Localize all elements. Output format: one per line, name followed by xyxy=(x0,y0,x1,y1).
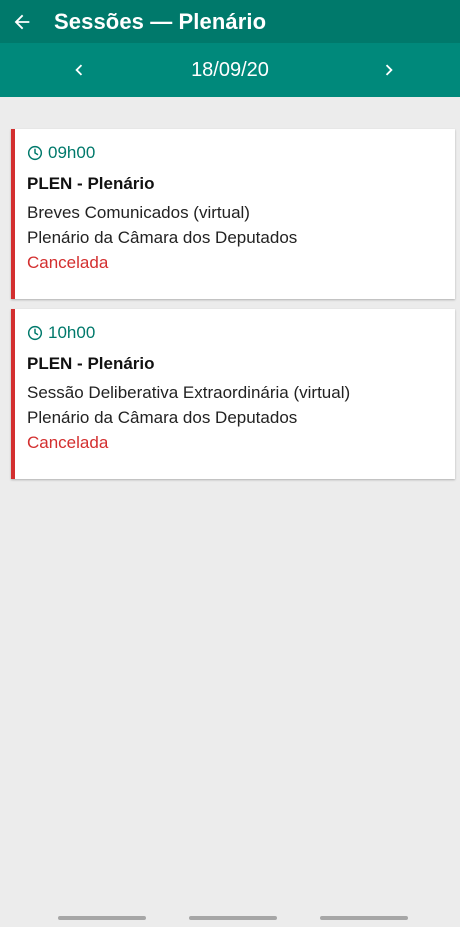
system-nav-back[interactable] xyxy=(320,916,408,920)
page-title: Sessões — Plenário xyxy=(54,8,267,34)
back-button[interactable] xyxy=(4,4,40,40)
system-nav-recents[interactable] xyxy=(58,916,146,920)
session-organ: PLEN - Plenário xyxy=(27,174,155,193)
arrow-left-icon xyxy=(14,14,30,29)
clock-icon xyxy=(27,145,43,161)
next-date-button[interactable] xyxy=(371,52,407,88)
session-status: Cancelada xyxy=(27,433,109,452)
system-nav-home[interactable] xyxy=(189,916,277,920)
session-organ: PLEN - Plenário xyxy=(27,354,155,373)
system-navigation-bar xyxy=(0,908,460,927)
session-time-row: 10h00 xyxy=(27,323,95,343)
chevron-left-icon xyxy=(75,64,83,76)
date-navigator: 18/09/20 xyxy=(0,43,460,97)
session-location: Plenário da Câmara dos Deputados xyxy=(27,408,298,427)
session-description: Breves Comunicados (virtual) xyxy=(27,203,250,222)
session-time: 09h00 xyxy=(48,143,96,162)
clock-icon xyxy=(27,325,43,341)
session-card[interactable]: 09h00 PLEN - Plenário Breves Comunicados… xyxy=(11,129,455,299)
session-description: Sessão Deliberativa Extraordinária (virt… xyxy=(27,383,351,402)
session-card[interactable]: 10h00 PLEN - Plenário Sessão Deliberativ… xyxy=(11,309,455,479)
session-time-row: 09h00 xyxy=(27,143,95,163)
chevron-right-icon xyxy=(385,64,393,76)
session-time: 10h00 xyxy=(48,323,96,342)
app-bar: Sessões — Plenário xyxy=(0,0,460,43)
previous-date-button[interactable] xyxy=(61,52,97,88)
session-status: Cancelada xyxy=(27,253,109,272)
current-date: 18/09/20 xyxy=(191,58,269,81)
session-location: Plenário da Câmara dos Deputados xyxy=(27,228,298,247)
